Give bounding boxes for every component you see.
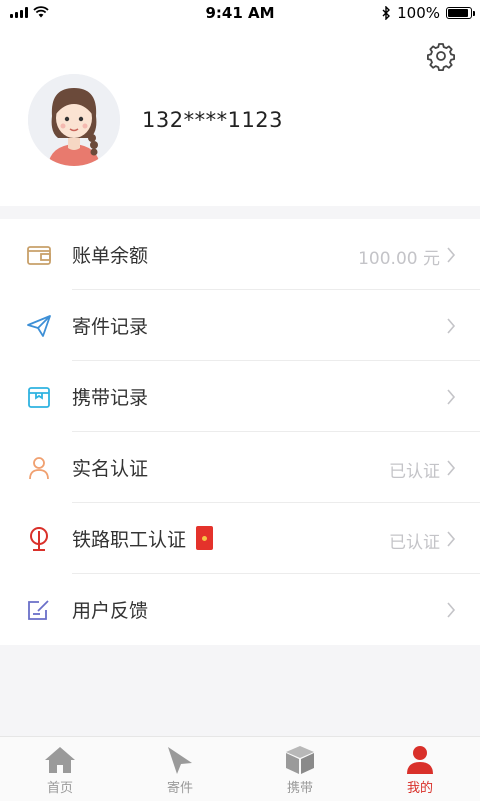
- user-icon: [29, 457, 49, 480]
- package-icon: [28, 387, 50, 408]
- phone-number: 132****1123: [142, 108, 284, 132]
- tab-send[interactable]: 寄件: [120, 737, 240, 801]
- menu-item-label-text: 铁路职工认证: [72, 529, 187, 551]
- menu-item-value: 已认证: [389, 462, 440, 482]
- profile-icon: [407, 746, 433, 774]
- send-icon: [168, 747, 192, 774]
- chevron-right-icon: [447, 389, 456, 405]
- tab-bar: 首页 寄件 携带 我的: [0, 736, 480, 801]
- menu-item-railway[interactable]: 铁路职工认证 已认证: [0, 503, 480, 574]
- box-icon: [286, 746, 314, 774]
- battery-icon: [446, 7, 475, 19]
- menu-item-label: 寄件记录: [72, 316, 149, 338]
- status-bar: 9:41 AM 100%: [0, 0, 480, 26]
- tab-label: 首页: [46, 781, 73, 796]
- edit-icon: [28, 600, 49, 620]
- red-envelope-icon: [196, 526, 214, 550]
- tab-label: 携带: [286, 781, 313, 796]
- tab-carry[interactable]: 携带: [240, 737, 360, 801]
- menu-item-label: 携带记录: [72, 387, 149, 409]
- tab-label: 我的: [406, 781, 433, 796]
- tab-mine[interactable]: 我的: [360, 737, 480, 801]
- menu-item-value: 已认证: [389, 533, 440, 553]
- paper-plane-icon: [27, 315, 51, 337]
- chevron-right-icon: [447, 460, 456, 476]
- settings-gear-icon[interactable]: [426, 41, 456, 71]
- menu-item-carry[interactable]: 携带记录: [0, 361, 480, 432]
- status-right: 100%: [382, 4, 475, 22]
- bluetooth-icon: [382, 6, 391, 20]
- menu-item-value: 100.00 元: [358, 249, 440, 269]
- chevron-right-icon: [447, 247, 456, 263]
- tab-label: 寄件: [166, 781, 193, 796]
- battery-percent: 100%: [397, 4, 440, 22]
- menu-item-send[interactable]: 寄件记录: [0, 290, 480, 361]
- avatar-illustration: [28, 74, 120, 166]
- menu-item-label: 账单余额: [72, 245, 149, 267]
- menu-item-bill[interactable]: 账单余额 100.00 元: [0, 219, 480, 290]
- menu-item-label: 用户反馈: [72, 600, 149, 622]
- chevron-right-icon: [447, 318, 456, 334]
- menu-item-label: 铁路职工认证: [72, 525, 214, 552]
- avatar[interactable]: [28, 74, 120, 166]
- profile-header: 132****1123: [0, 26, 480, 206]
- chevron-right-icon: [447, 602, 456, 618]
- chevron-right-icon: [447, 531, 456, 547]
- home-icon: [45, 747, 75, 773]
- railway-logo-icon: [30, 527, 48, 551]
- wallet-icon: [27, 246, 51, 265]
- tab-home[interactable]: 首页: [0, 737, 120, 801]
- menu-item-label: 实名认证: [72, 458, 149, 480]
- menu-item-realname[interactable]: 实名认证 已认证: [0, 432, 480, 503]
- menu-item-feedback[interactable]: 用户反馈: [0, 574, 480, 645]
- menu-list: 账单余额 100.00 元 寄件记录 携带记录 实名认证 已认证 铁路职工认证 …: [0, 219, 480, 645]
